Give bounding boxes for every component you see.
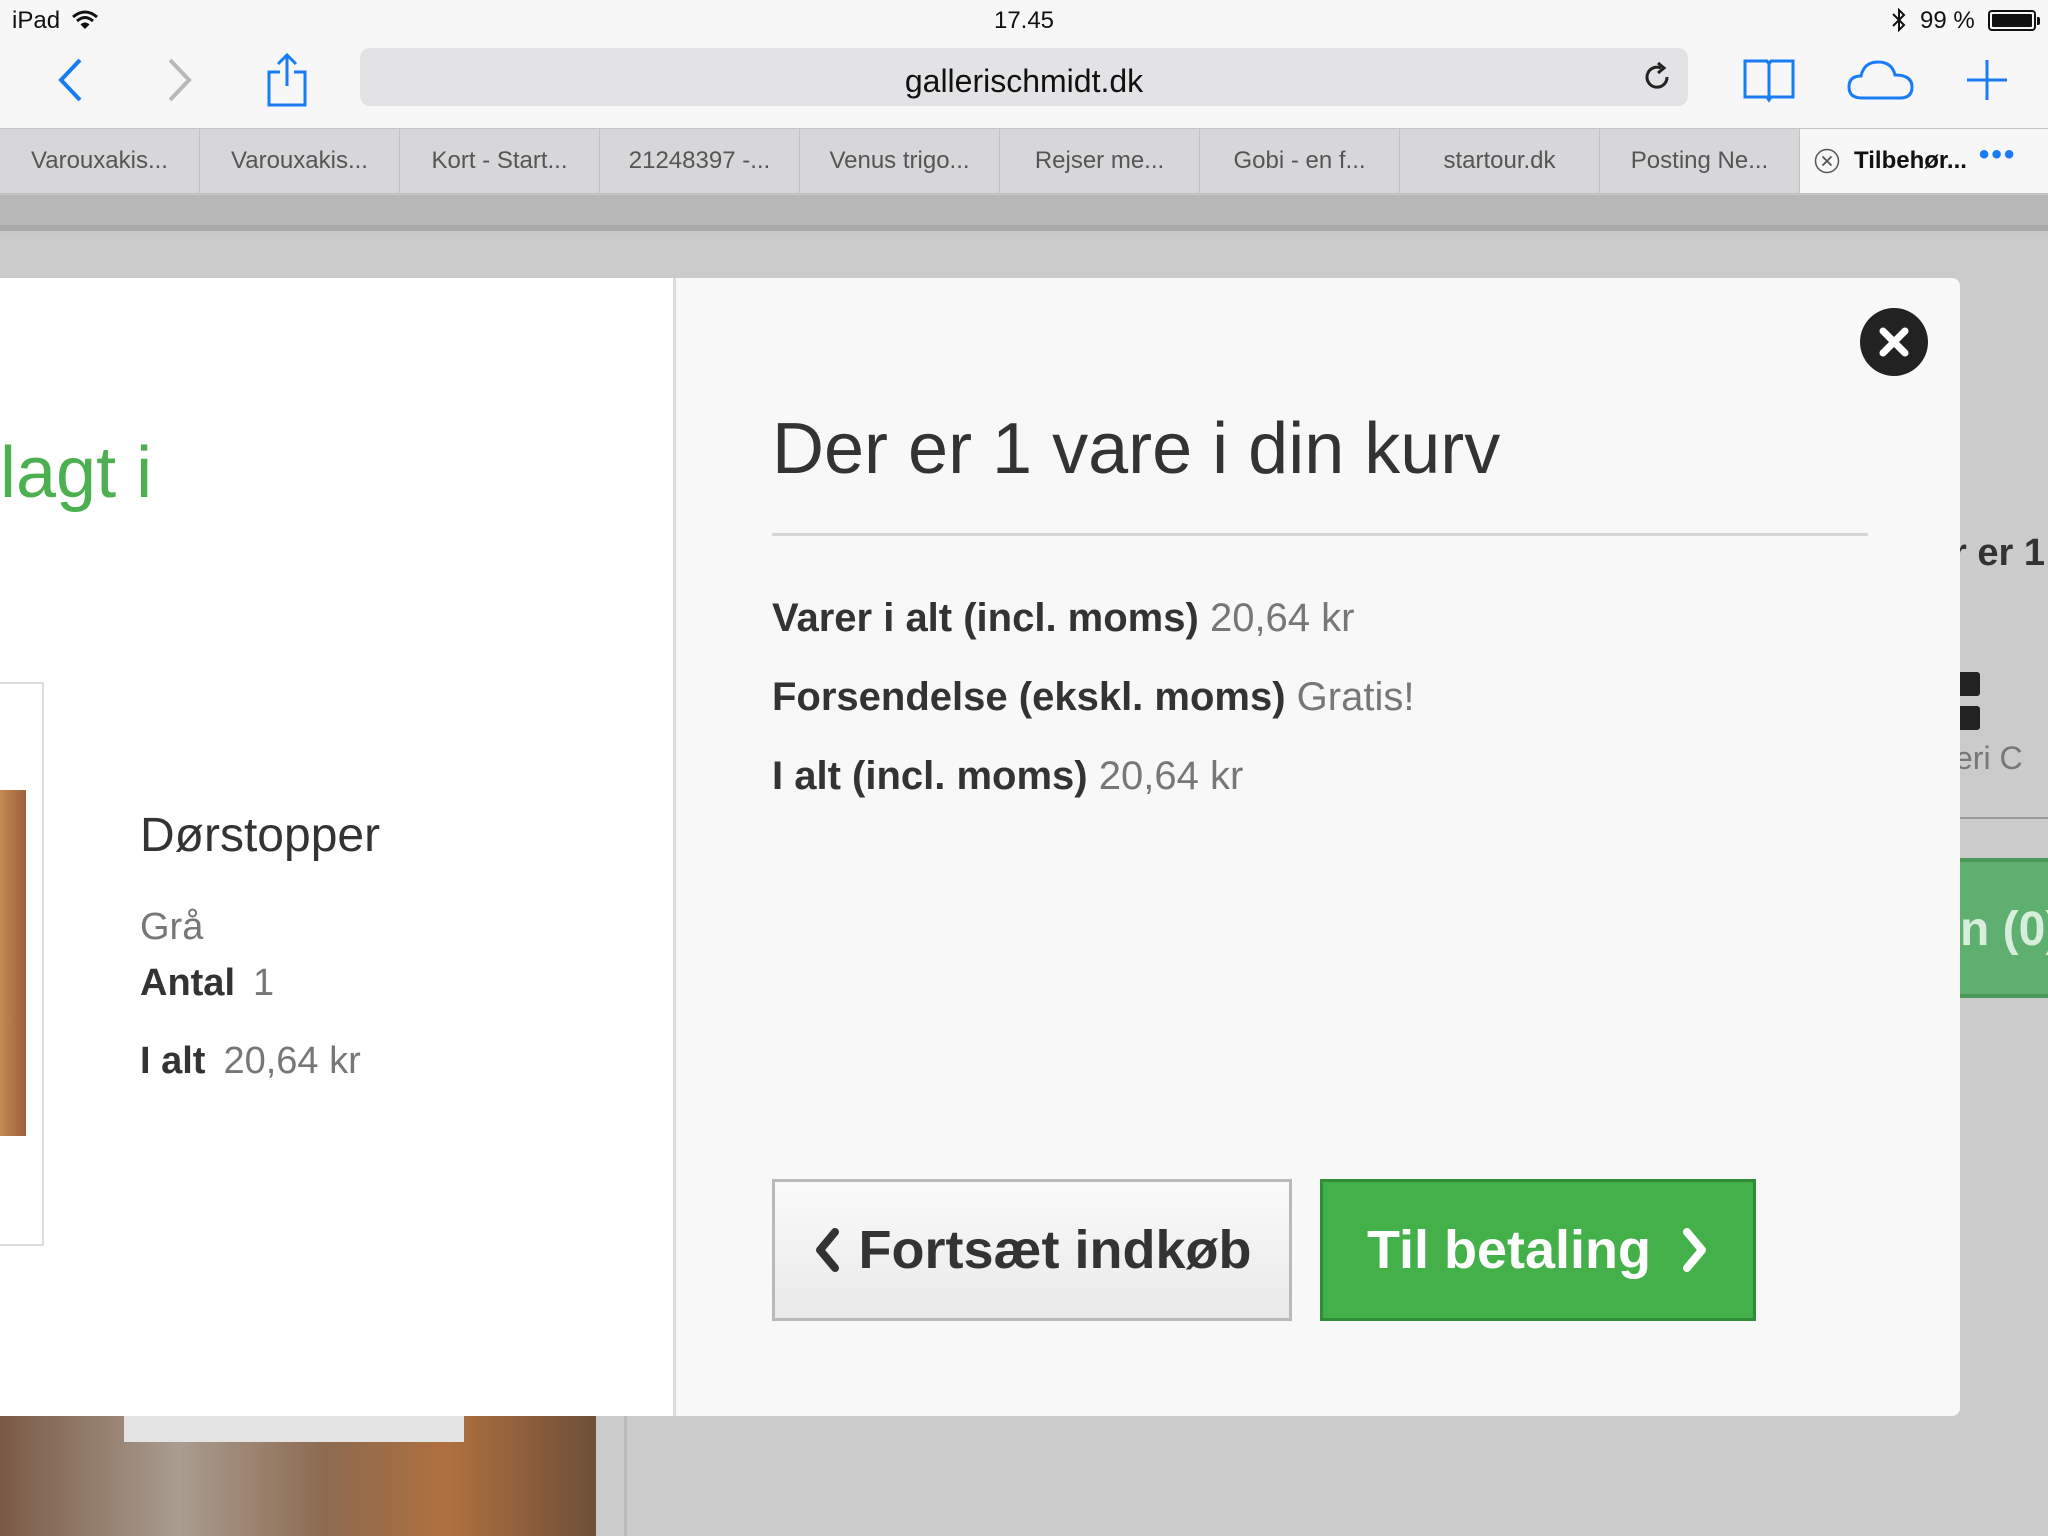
share-button[interactable] [252, 48, 322, 112]
tab-item[interactable]: 21248397 -... [600, 129, 800, 193]
product-total-label: I alt [140, 1040, 206, 1082]
summary-row-total: I alt (incl. moms) 20,64 kr [772, 754, 1243, 799]
continue-shopping-button[interactable]: Fortsæt indkøb [772, 1179, 1292, 1321]
background-card [124, 1416, 464, 1442]
icloud-tabs-button[interactable] [1846, 48, 1916, 112]
product-total-value: 20,64 kr [223, 1040, 361, 1082]
checkout-label: Til betaling [1366, 1220, 1652, 1280]
background-cart-button: n (0) [1960, 858, 2048, 998]
address-bar[interactable]: gallerischmidt.dk [360, 48, 1688, 106]
tab-item[interactable]: Posting Ne... [1600, 129, 1800, 193]
book-icon [1743, 59, 1795, 103]
summary-value: Gratis! [1296, 675, 1415, 719]
background-menu-text: eri C [1955, 740, 2023, 776]
summary-row-items: Varer i alt (incl. moms) 20,64 kr [772, 596, 1354, 641]
plus-icon [1967, 60, 2007, 100]
product-variant: Grå [140, 906, 204, 948]
tab-item[interactable]: Venus trigo... [800, 129, 1000, 193]
added-heading: lagt i [0, 433, 153, 513]
summary-value: 20,64 kr [1209, 596, 1355, 640]
summary-label: I alt (incl. moms) [772, 754, 1088, 798]
tab-label: Tilbehør... [1854, 147, 1967, 174]
background-icon [1958, 672, 1980, 730]
battery-icon [1988, 10, 2040, 31]
summary-value: 20,64 kr [1098, 754, 1244, 798]
cloud-icon [1847, 60, 1914, 100]
page-header-strip [0, 195, 2048, 231]
summary-label: Forsendelse (ekskl. moms) [772, 675, 1286, 719]
tab-item-active[interactable]: Tilbehør... ••• [1800, 129, 2048, 193]
clock: 17.45 [993, 7, 1055, 34]
background-cart-text: r er 1 [1952, 532, 2045, 574]
summary-row-shipping: Forsendelse (ekskl. moms) Gratis! [772, 675, 1414, 720]
title-divider [772, 533, 1868, 536]
cart-title: Der er 1 vare i din kurv [772, 409, 1501, 489]
more-icon[interactable]: ••• [1979, 138, 2017, 172]
product-total-row: I alt 20,64 kr [140, 1040, 361, 1083]
product-image [0, 790, 26, 1136]
forward-button[interactable] [144, 48, 214, 112]
added-to-cart-panel: lagt i Dørstopper Grå Antal 1 I alt 20,64 … [0, 278, 676, 1416]
tab-item[interactable]: Varouxakis... [200, 129, 400, 193]
background-divider [1960, 817, 2048, 819]
share-icon [267, 52, 307, 107]
chevron-right-icon [168, 58, 192, 102]
reload-icon[interactable] [1640, 60, 1674, 94]
quantity-value: 1 [253, 962, 275, 1004]
tab-item[interactable]: startour.dk [1400, 129, 1600, 193]
chevron-left-icon [58, 58, 82, 102]
close-icon [1879, 327, 1909, 357]
background-divider-vertical [624, 1416, 627, 1536]
battery-percent: 99 % [1920, 7, 1975, 34]
close-tab-icon[interactable] [1814, 148, 1840, 174]
chevron-left-icon [815, 1228, 839, 1272]
background-cart-button-label: n (0) [1960, 903, 2048, 956]
close-modal-button[interactable] [1860, 308, 1928, 376]
tab-item[interactable]: Gobi - en f... [1200, 129, 1400, 193]
browser-toolbar: gallerischmidt.dk [0, 40, 2048, 128]
tab-item[interactable]: Varouxakis... [0, 129, 200, 193]
tab-bar: Varouxakis... Varouxakis... Kort - Start… [0, 128, 2048, 194]
continue-shopping-label: Fortsæt indkøb [858, 1220, 1252, 1280]
bluetooth-icon [1892, 7, 1906, 33]
summary-label: Varer i alt (incl. moms) [772, 596, 1199, 640]
tab-item[interactable]: Rejser me... [1000, 129, 1200, 193]
chevron-right-icon [1683, 1228, 1707, 1272]
bookmarks-button[interactable] [1734, 48, 1804, 112]
quantity-label: Antal [140, 962, 235, 1004]
quantity-row: Antal 1 [140, 962, 274, 1005]
status-bar: iPad 17.45 99 % [0, 0, 2048, 40]
tab-item[interactable]: Kort - Start... [400, 129, 600, 193]
new-tab-button[interactable] [1952, 48, 2022, 112]
product-name: Dørstopper [140, 809, 381, 862]
back-button[interactable] [36, 48, 106, 112]
url-text: gallerischmidt.dk [904, 63, 1144, 99]
checkout-button[interactable]: Til betaling [1320, 1179, 1756, 1321]
